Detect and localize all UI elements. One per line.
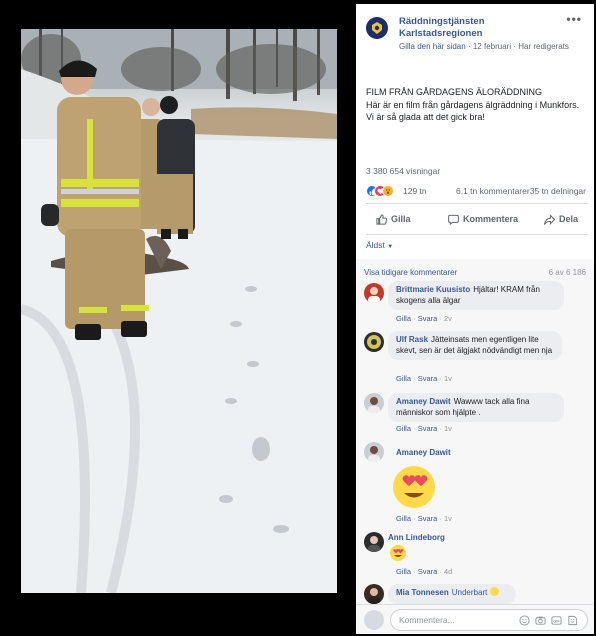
share-icon: [544, 213, 555, 225]
post-title: FILM FRÅN GÅRDAGENS ÄLORÄDDNING: [366, 87, 543, 97]
comment-button[interactable]: Kommentera: [448, 208, 518, 230]
chevron-down-icon: ▼: [387, 244, 394, 250]
grinning-emoji-icon: [489, 587, 499, 596]
comment-label: Kommentera: [463, 214, 519, 224]
comment-reply-link[interactable]: Svara: [418, 514, 438, 523]
page-name[interactable]: Räddningstjänsten Karlstadsregionen: [399, 16, 559, 40]
comment-like-link[interactable]: Gilla: [396, 374, 411, 383]
comment-like-link[interactable]: Gilla: [396, 567, 411, 576]
sticker-icon[interactable]: [567, 615, 578, 626]
comment-reply-link[interactable]: Svara: [418, 314, 438, 323]
edited-label[interactable]: Har redigerats: [518, 42, 569, 51]
svg-text:GIF: GIF: [553, 619, 560, 623]
comment-author[interactable]: Ulf Rask: [396, 335, 428, 344]
comment-bubble: Amaney Dawit Wawww tack alla fina människ…: [388, 393, 564, 422]
comment-actions: Gilla · Svara · 1v: [396, 374, 452, 383]
avatar[interactable]: [364, 532, 384, 552]
avatar: [364, 610, 384, 630]
show-previous-comments-link[interactable]: Visa tidigare kommentarer: [364, 268, 457, 277]
sort-label: Äldst: [366, 240, 385, 250]
camera-icon[interactable]: [535, 615, 546, 626]
video-frame-illustration: [21, 29, 337, 593]
avatar[interactable]: [364, 332, 384, 352]
video-player[interactable]: [21, 29, 337, 593]
comment-author[interactable]: Amaney Dawit: [396, 448, 451, 457]
comment-input[interactable]: Kommentera... GIF: [390, 609, 588, 631]
heart-eyes-emoji-icon: [390, 545, 406, 561]
like-button[interactable]: Gilla: [376, 208, 411, 230]
comment-sort-dropdown[interactable]: Äldst ▼: [366, 240, 393, 250]
comment-like-link[interactable]: Gilla: [396, 424, 411, 433]
divider: [366, 234, 588, 235]
avatar[interactable]: [364, 584, 384, 604]
comments-count: 6 av 6 186: [548, 268, 586, 277]
view-count: 3 380 654 visningar: [366, 166, 441, 176]
thumbs-up-icon: [376, 213, 387, 225]
avatar[interactable]: [364, 442, 384, 462]
fire-department-logo-icon: [372, 22, 382, 34]
post-header: Räddningstjänsten Karlstadsregionen Gill…: [356, 4, 594, 56]
heart-eyes-emoji-icon: [393, 466, 435, 508]
comment-time[interactable]: 1v: [444, 424, 452, 433]
gif-icon[interactable]: GIF: [551, 615, 562, 626]
post-actions: Gilla Kommentera Dela: [366, 208, 588, 230]
comment-actions: Gilla · Svara · 4d: [396, 567, 453, 576]
comment-time[interactable]: 4d: [444, 567, 452, 576]
divider: [366, 203, 588, 204]
comment-placeholder: Kommentera...: [399, 615, 455, 625]
share-button[interactable]: Dela: [544, 208, 578, 230]
reaction-count[interactable]: 129 tn: [403, 186, 427, 196]
comment-composer: Kommentera... GIF: [356, 604, 594, 634]
post-body: Här är en film från gårdagens älgräddnin…: [366, 99, 580, 123]
comment-icon: [448, 214, 459, 225]
post-meta: Gilla den här sidan · 12 februari · Har …: [399, 42, 569, 51]
screen: Räddningstjänsten Karlstadsregionen Gill…: [0, 0, 596, 636]
comment-author[interactable]: Mia Tonnesen: [396, 588, 449, 597]
avatar[interactable]: [364, 283, 384, 303]
post-text: FILM FRÅN GÅRDAGENS ÄLORÄDDNING Här är e…: [366, 86, 586, 124]
comment-actions: Gilla · Svara · 1v: [396, 424, 452, 433]
more-options-icon[interactable]: •••: [566, 12, 582, 26]
page-avatar[interactable]: [366, 17, 388, 39]
like-label: Gilla: [391, 214, 411, 224]
comment-time[interactable]: 1v: [444, 514, 452, 523]
reaction-summary[interactable]: 129 tn 6,1 tn kommentarer 35 tn delninga…: [366, 185, 586, 199]
comment-time[interactable]: 2v: [444, 314, 452, 323]
comment-author[interactable]: Amaney Dawit: [396, 397, 451, 406]
post-panel: Räddningstjänsten Karlstadsregionen Gill…: [356, 4, 594, 634]
emoji-icon[interactable]: [519, 615, 530, 626]
comments-section: Visa tidigare kommentarer 6 av 6 186 Bri…: [356, 259, 594, 604]
avatar[interactable]: [364, 393, 384, 413]
like-page-link[interactable]: Gilla den här sidan: [399, 42, 466, 51]
comment-count[interactable]: 6,1 tn kommentarer: [456, 186, 530, 196]
comment-author[interactable]: Brittmarie Kuusisto: [396, 285, 470, 294]
comment-reply-link[interactable]: Svara: [418, 567, 438, 576]
comment-like-link[interactable]: Gilla: [396, 514, 411, 523]
comment-like-link[interactable]: Gilla: [396, 314, 411, 323]
comment-bubble: Brittmarie Kuusisto Hjältar! KRAM från sk…: [388, 281, 564, 310]
comment-reply-link[interactable]: Svara: [418, 374, 438, 383]
comment-bubble: Ulf Rask Jätteinsats men egentligen lite …: [388, 331, 562, 360]
post-date[interactable]: 12 februari: [473, 42, 511, 51]
comment-actions: Gilla · Svara · 2v: [396, 314, 452, 323]
comment-time[interactable]: 1v: [444, 374, 452, 383]
comment-reply-link[interactable]: Svara: [418, 424, 438, 433]
comment-author[interactable]: Ann Lindeborg: [388, 533, 445, 542]
comment-text: Underbart: [451, 588, 488, 597]
share-label: Dela: [559, 214, 579, 224]
share-count[interactable]: 35 tn delningar: [530, 186, 586, 196]
comment-bubble: Mia Tonnesen Underbart: [388, 584, 516, 604]
comment-actions: Gilla · Svara · 1v: [396, 514, 452, 523]
wow-reaction-icon: [382, 185, 394, 197]
